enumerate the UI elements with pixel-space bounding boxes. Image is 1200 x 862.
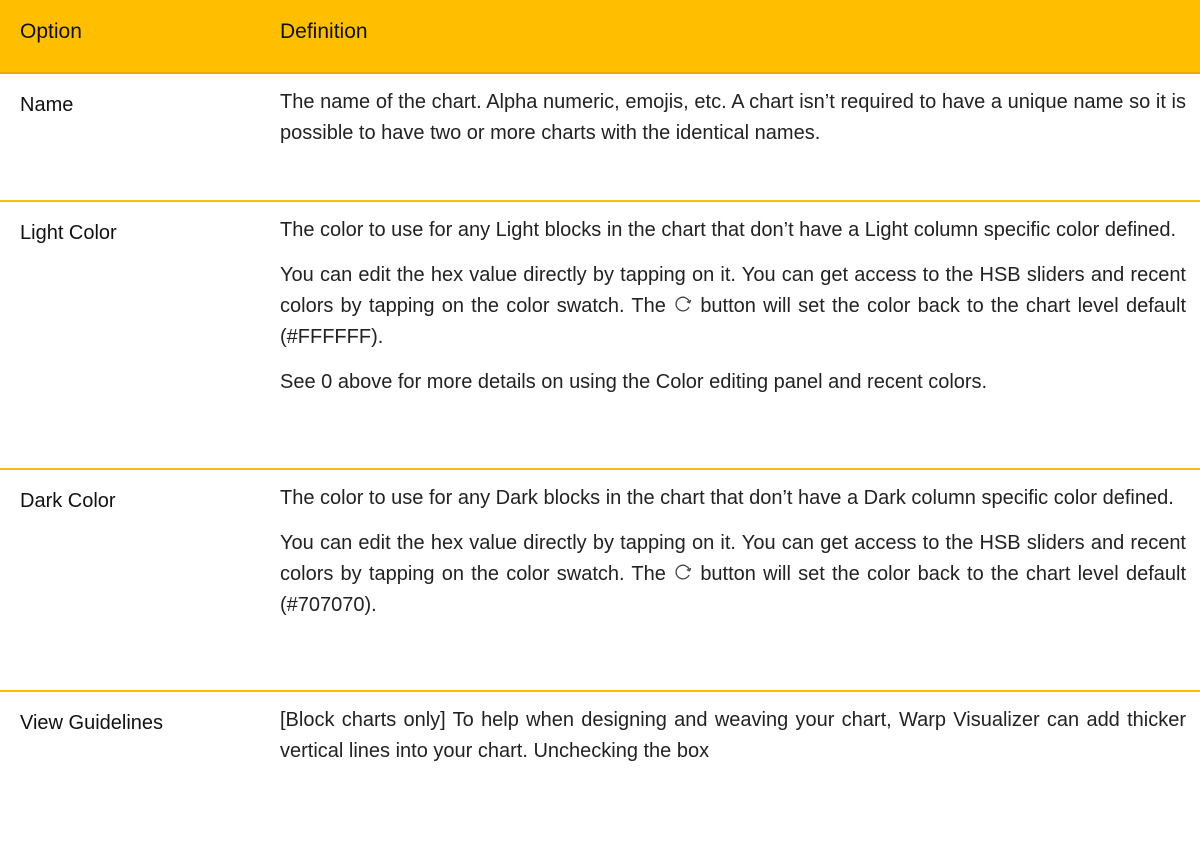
definition-cell: [Block charts only] To help when designi…	[280, 692, 1200, 862]
options-table: Option Definition Name The name of the c…	[0, 0, 1200, 862]
definition-cell: The color to use for any Light blocks in…	[280, 202, 1200, 468]
definition-paragraph: You can edit the hex value directly by t…	[280, 260, 1186, 353]
table-header: Option Definition	[0, 0, 1200, 74]
definition-cell: The color to use for any Dark blocks in …	[280, 470, 1200, 690]
definition-paragraph: The color to use for any Light blocks in…	[280, 219, 1177, 241]
option-label: Name	[20, 94, 74, 116]
definition-paragraph: The color to use for any Dark blocks in …	[280, 487, 1174, 509]
header-option: Option	[20, 20, 82, 43]
table-row-dark-color: Dark Color The color to use for any Dark…	[0, 470, 1200, 692]
definition-paragraph: The name of the chart. Alpha numeric, em…	[280, 91, 1186, 144]
table-row-light-color: Light Color The color to use for any Lig…	[0, 202, 1200, 470]
option-label: Light Color	[20, 222, 117, 244]
header-definition: Definition	[280, 20, 368, 43]
table-row-name: Name The name of the chart. Alpha numeri…	[0, 74, 1200, 202]
definition-paragraph: See 0 above for more details on using th…	[280, 371, 988, 393]
option-label: View Guidelines	[20, 712, 164, 734]
definition-cell: The name of the chart. Alpha numeric, em…	[280, 74, 1200, 200]
definition-paragraph: [Block charts only] To help when designi…	[280, 709, 1186, 762]
table-row-view-guidelines: View Guidelines [Block charts only] To h…	[0, 692, 1200, 862]
refresh-icon	[673, 294, 693, 314]
option-label: Dark Color	[20, 490, 116, 512]
definition-paragraph: You can edit the hex value directly by t…	[280, 528, 1186, 621]
refresh-icon	[673, 562, 693, 582]
